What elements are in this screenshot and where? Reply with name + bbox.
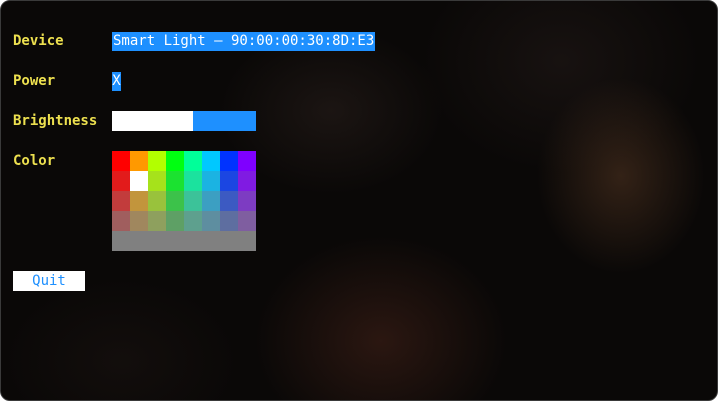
color-palette — [112, 151, 256, 251]
device-value[interactable]: Smart Light — 90:00:00:30:8D:E3 — [112, 32, 376, 51]
device-label: Device — [13, 33, 64, 49]
color-swatch[interactable] — [220, 191, 238, 211]
brightness-label: Brightness — [13, 113, 98, 129]
color-swatch[interactable] — [112, 191, 130, 211]
brightness-slider[interactable] — [112, 111, 256, 131]
color-swatch[interactable] — [184, 191, 202, 211]
brightness-slider-fill — [112, 111, 193, 131]
color-swatch[interactable] — [220, 171, 238, 191]
color-swatch[interactable] — [184, 151, 202, 171]
color-swatch[interactable] — [166, 171, 184, 191]
color-swatch[interactable] — [220, 151, 238, 171]
color-swatch[interactable] — [202, 171, 220, 191]
color-swatch[interactable] — [130, 191, 148, 211]
color-swatch[interactable] — [166, 191, 184, 211]
color-swatch[interactable] — [184, 211, 202, 231]
color-swatch[interactable] — [238, 171, 256, 191]
color-swatch[interactable] — [166, 151, 184, 171]
color-swatch[interactable] — [202, 211, 220, 231]
color-swatch[interactable] — [148, 171, 166, 191]
color-swatch[interactable] — [166, 211, 184, 231]
color-swatch[interactable] — [130, 211, 148, 231]
app-window: Device Smart Light — 90:00:00:30:8D:E3 P… — [0, 0, 718, 401]
color-swatch[interactable] — [238, 191, 256, 211]
color-swatch[interactable] — [238, 151, 256, 171]
color-swatch[interactable] — [112, 171, 130, 191]
color-swatch[interactable] — [202, 151, 220, 171]
color-swatch[interactable] — [148, 211, 166, 231]
color-swatch[interactable] — [202, 191, 220, 211]
color-swatch[interactable] — [112, 211, 130, 231]
color-swatch[interactable] — [148, 151, 166, 171]
power-label: Power — [13, 73, 56, 89]
color-swatch[interactable] — [184, 171, 202, 191]
quit-button[interactable]: Quit — [13, 271, 85, 291]
power-toggle[interactable]: X — [112, 72, 121, 91]
color-swatch[interactable] — [112, 151, 130, 171]
color-swatch[interactable] — [130, 151, 148, 171]
color-swatch[interactable] — [220, 211, 238, 231]
color-label: Color — [13, 153, 56, 169]
color-swatch[interactable] — [130, 171, 148, 191]
color-swatch[interactable] — [148, 191, 166, 211]
color-swatch[interactable] — [238, 211, 256, 231]
color-swatch-gray[interactable] — [112, 231, 256, 251]
